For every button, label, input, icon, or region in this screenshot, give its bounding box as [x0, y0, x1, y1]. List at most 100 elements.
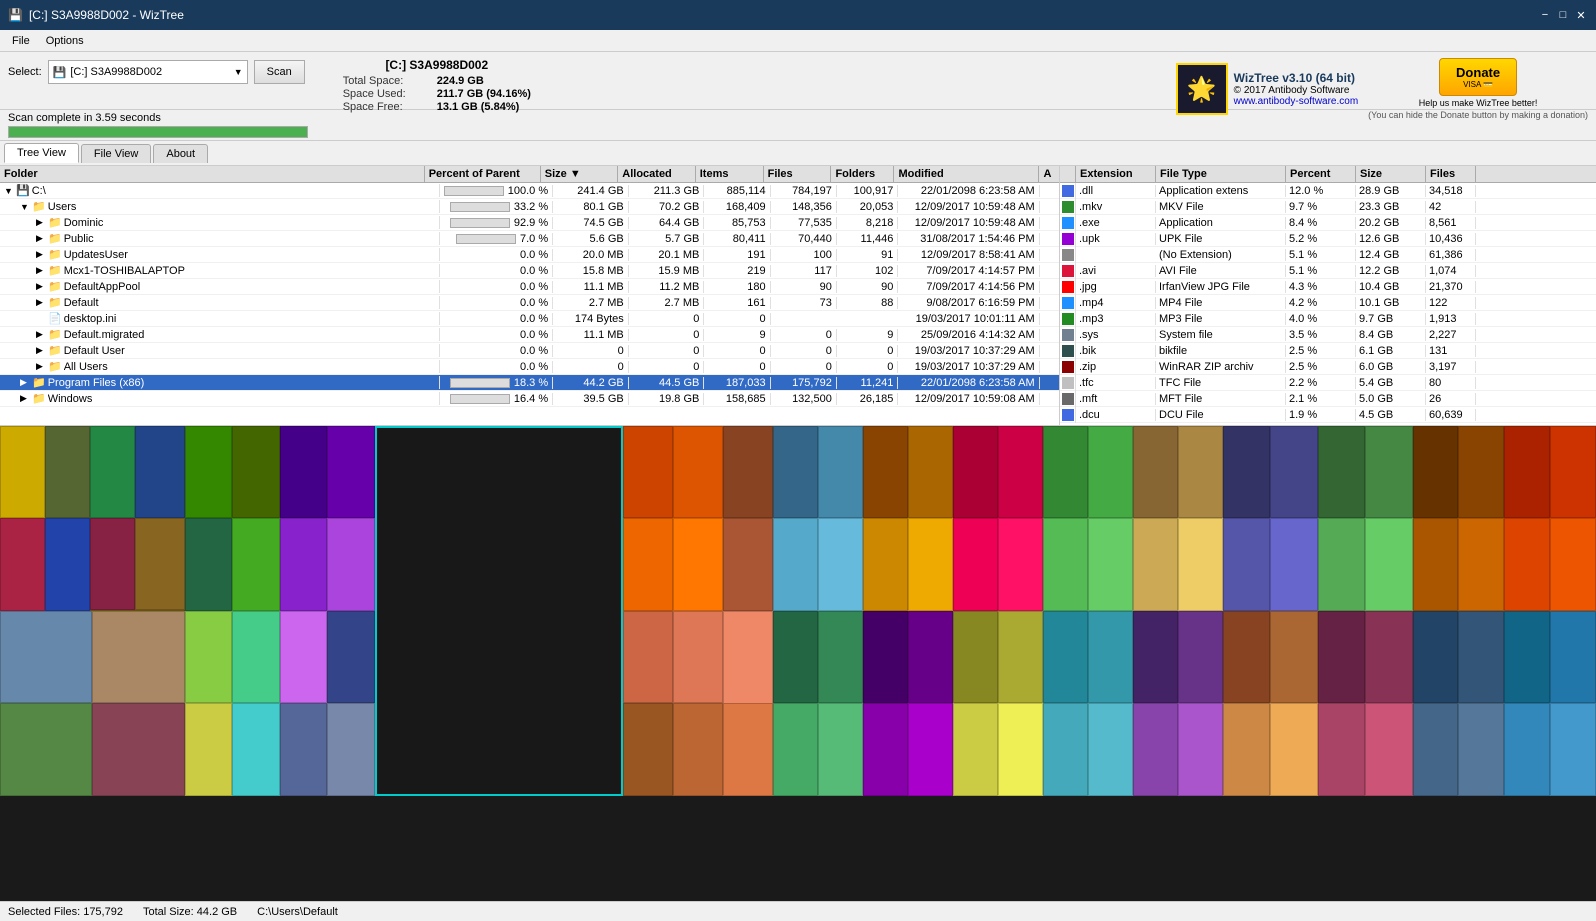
- tree-row[interactable]: ▶ 📁 Public 7.0 % 5.6 GB 5.7 GB 80,411 70…: [0, 231, 1059, 247]
- treemap-block[interactable]: [773, 518, 818, 611]
- treemap-block[interactable]: [998, 426, 1043, 518]
- tab-about[interactable]: About: [153, 144, 208, 163]
- treemap-block[interactable]: [92, 611, 185, 703]
- expand-arrow[interactable]: ▶: [36, 265, 48, 276]
- treemap-block[interactable]: [92, 703, 185, 796]
- treemap-block[interactable]: [1178, 518, 1223, 611]
- expand-arrow[interactable]: ▶: [36, 281, 48, 292]
- treemap-block[interactable]: [673, 611, 723, 703]
- treemap-block[interactable]: [623, 703, 673, 796]
- ext-row[interactable]: .dll Application extens 12.0 % 28.9 GB 3…: [1060, 183, 1596, 199]
- expand-arrow[interactable]: ▶: [36, 249, 48, 260]
- treemap-block[interactable]: [185, 518, 232, 611]
- ext-row[interactable]: .avi AVI File 5.1 % 12.2 GB 1,074: [1060, 263, 1596, 279]
- treemap-block[interactable]: [0, 703, 92, 796]
- drive-selector[interactable]: 💾 [C:] S3A9988D002 ▼: [48, 60, 248, 84]
- treemap-block[interactable]: [623, 426, 673, 518]
- ext-row[interactable]: .mkv MKV File 9.7 % 23.3 GB 42: [1060, 199, 1596, 215]
- tree-row[interactable]: ▶ 📁 All Users 0.0 % 0 0 0 0 0 19/03/2017…: [0, 359, 1059, 375]
- menu-options[interactable]: Options: [38, 33, 92, 49]
- ext-col-ext[interactable]: Extension: [1076, 166, 1156, 182]
- col-items[interactable]: Items: [696, 166, 764, 182]
- treemap-block[interactable]: [327, 426, 375, 518]
- ext-col-files[interactable]: Files: [1426, 166, 1476, 182]
- treemap-block[interactable]: [773, 426, 818, 518]
- treemap-block[interactable]: [1088, 611, 1133, 703]
- donate-button[interactable]: Donate VISA 💳: [1439, 58, 1517, 96]
- col-attr[interactable]: A: [1039, 166, 1059, 182]
- tree-row[interactable]: 📄 desktop.ini 0.0 % 174 Bytes 0 0 19/03/…: [0, 311, 1059, 327]
- ext-row[interactable]: .mp3 MP3 File 4.0 % 9.7 GB 1,913: [1060, 311, 1596, 327]
- treemap-block[interactable]: [1133, 426, 1178, 518]
- treemap-block[interactable]: [1365, 518, 1413, 611]
- treemap-block[interactable]: [1318, 518, 1365, 611]
- treemap-block[interactable]: [375, 426, 623, 796]
- treemap-block[interactable]: [673, 426, 723, 518]
- treemap-block[interactable]: [327, 611, 375, 703]
- treemap-block[interactable]: [818, 518, 863, 611]
- expand-arrow[interactable]: ▶: [36, 361, 48, 372]
- treemap-block[interactable]: [0, 426, 45, 518]
- treemap-block[interactable]: [998, 518, 1043, 611]
- treemap-block[interactable]: [185, 703, 232, 796]
- expand-arrow[interactable]: ▶: [20, 377, 32, 388]
- treemap-block[interactable]: [953, 518, 998, 611]
- treemap-block[interactable]: [1043, 611, 1088, 703]
- treemap-block[interactable]: [280, 703, 327, 796]
- expand-arrow[interactable]: ▼: [4, 186, 16, 196]
- tab-file-view[interactable]: File View: [81, 144, 151, 163]
- treemap-block[interactable]: [1043, 518, 1088, 611]
- expand-arrow[interactable]: ▶: [36, 233, 48, 244]
- ext-row[interactable]: .upk UPK File 5.2 % 12.6 GB 10,436: [1060, 231, 1596, 247]
- treemap-block[interactable]: [673, 518, 723, 611]
- treemap-block[interactable]: [953, 426, 998, 518]
- treemap-block[interactable]: [953, 703, 998, 796]
- titlebar-controls[interactable]: − □ ✕: [1538, 8, 1588, 22]
- col-folders[interactable]: Folders: [831, 166, 894, 182]
- treemap-block[interactable]: [723, 426, 773, 518]
- tree-row[interactable]: ▶ 📁 Windows 16.4 % 39.5 GB 19.8 GB 158,6…: [0, 391, 1059, 407]
- treemap-block[interactable]: [1133, 611, 1178, 703]
- tree-row[interactable]: ▶ 📁 Dominic 92.9 % 74.5 GB 64.4 GB 85,75…: [0, 215, 1059, 231]
- treemap-block[interactable]: [185, 611, 232, 703]
- maximize-button[interactable]: □: [1556, 8, 1570, 22]
- treemap-block[interactable]: [1270, 703, 1318, 796]
- treemap-block[interactable]: [1550, 426, 1596, 518]
- treemap-block[interactable]: [1413, 611, 1458, 703]
- treemap-block[interactable]: [1318, 611, 1365, 703]
- tree-row[interactable]: ▼ 💾 C:\ 100.0 % 241.4 GB 211.3 GB 885,11…: [0, 183, 1059, 199]
- ext-row[interactable]: (No Extension) 5.1 % 12.4 GB 61,386: [1060, 247, 1596, 263]
- treemap-block[interactable]: [908, 611, 953, 703]
- treemap-block[interactable]: [1504, 518, 1550, 611]
- treemap-block[interactable]: [1270, 611, 1318, 703]
- treemap-block[interactable]: [1223, 518, 1270, 611]
- treemap-block[interactable]: [1365, 703, 1413, 796]
- ext-row[interactable]: .zip WinRAR ZIP archiv 2.5 % 6.0 GB 3,19…: [1060, 359, 1596, 375]
- tree-row[interactable]: ▶ 📁 DefaultAppPool 0.0 % 11.1 MB 11.2 MB…: [0, 279, 1059, 295]
- col-modified[interactable]: Modified: [894, 166, 1039, 182]
- treemap-block[interactable]: [1550, 518, 1596, 611]
- treemap-block[interactable]: [1223, 703, 1270, 796]
- treemap-block[interactable]: [232, 703, 280, 796]
- treemap-block[interactable]: [863, 703, 908, 796]
- treemap-block[interactable]: [1270, 518, 1318, 611]
- treemap-block[interactable]: [1365, 611, 1413, 703]
- col-allocated[interactable]: Allocated: [618, 166, 695, 182]
- treemap-block[interactable]: [1133, 703, 1178, 796]
- treemap-block[interactable]: [1088, 518, 1133, 611]
- treemap-block[interactable]: [998, 611, 1043, 703]
- treemap-block[interactable]: [1178, 703, 1223, 796]
- treemap-block[interactable]: [953, 611, 998, 703]
- treemap-block[interactable]: [1458, 611, 1504, 703]
- treemap-block[interactable]: [232, 611, 280, 703]
- ext-col-size[interactable]: Size: [1356, 166, 1426, 182]
- treemap-block[interactable]: [773, 611, 818, 703]
- treemap-block[interactable]: [1504, 426, 1550, 518]
- treemap-block[interactable]: [1043, 703, 1088, 796]
- treemap-block[interactable]: [723, 703, 773, 796]
- treemap-block[interactable]: [818, 611, 863, 703]
- tree-row[interactable]: ▶ 📁 Program Files (x86) 18.3 % 44.2 GB 4…: [0, 375, 1059, 391]
- treemap-block[interactable]: [723, 611, 773, 704]
- expand-arrow[interactable]: ▶: [36, 345, 48, 356]
- expand-arrow[interactable]: ▶: [36, 217, 48, 228]
